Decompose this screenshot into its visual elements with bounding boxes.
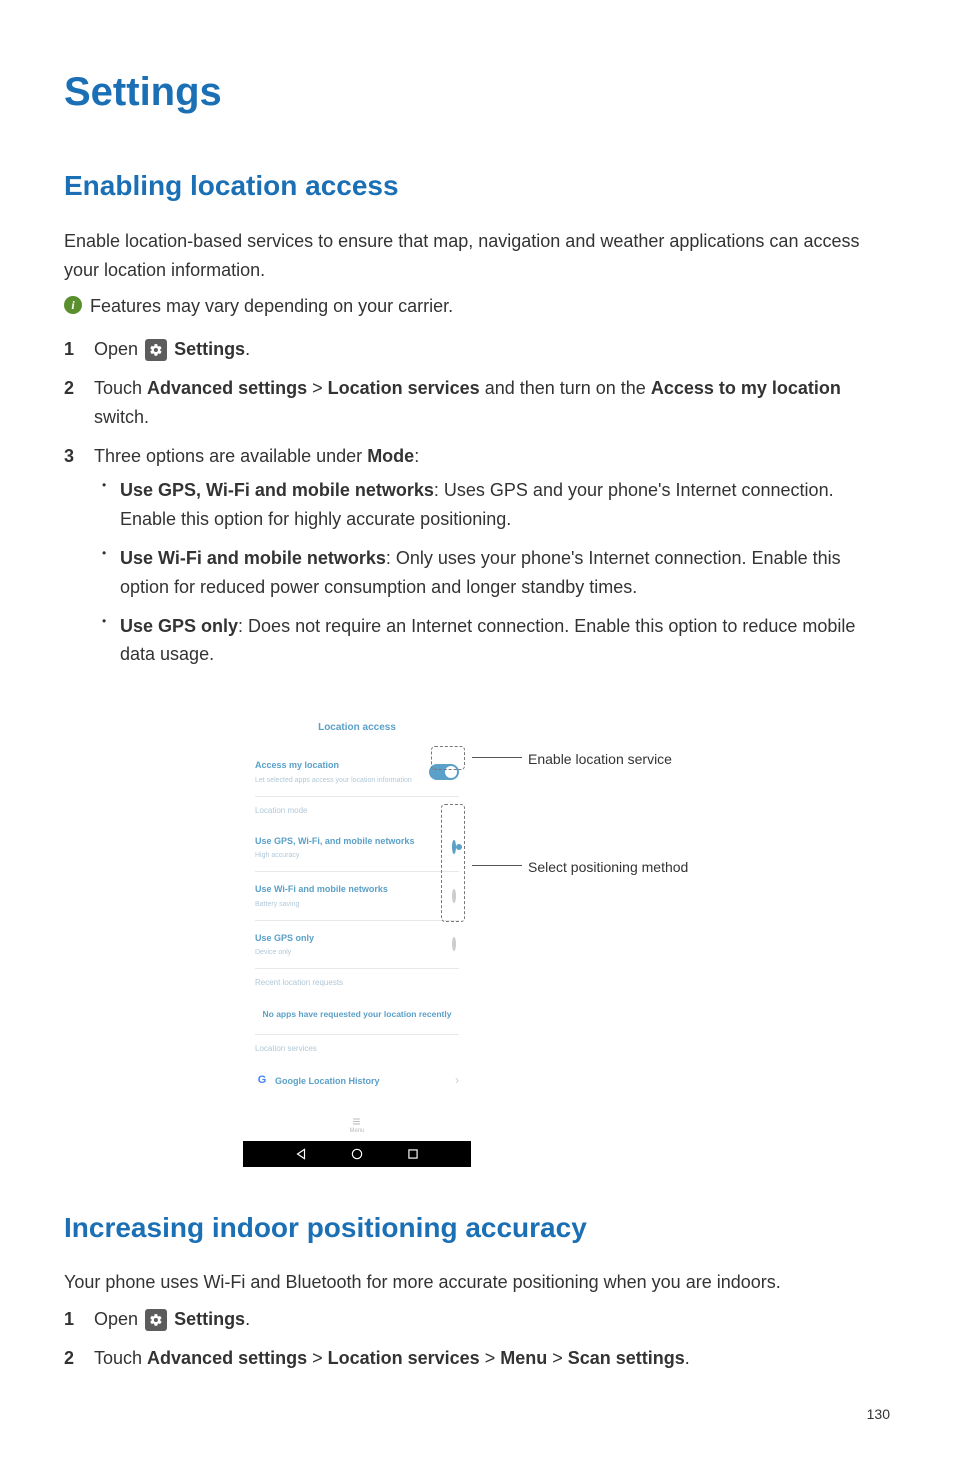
- back-icon[interactable]: [294, 1147, 308, 1161]
- menu-button[interactable]: ≡ Menu: [243, 1101, 471, 1141]
- i1open: Open: [94, 1309, 143, 1329]
- intro-para: Enable location-based services to ensure…: [64, 227, 890, 285]
- dashbox-radios: [441, 804, 465, 922]
- location-mode-label: Location mode: [243, 797, 471, 824]
- ghist-label: Google Location History: [275, 1074, 380, 1088]
- b3a: Use GPS only: [120, 616, 238, 636]
- location-services-label: Location services: [243, 1035, 471, 1062]
- annot-select: Select positioning method: [528, 856, 688, 878]
- opt2-title: Use Wi-Fi and mobile networks: [255, 882, 388, 896]
- i2i: .: [685, 1348, 690, 1368]
- chevron-right-icon: ›: [455, 1071, 459, 1090]
- mode-row-gps-only[interactable]: Use GPS only Device only: [243, 921, 471, 969]
- s2c: >: [307, 378, 328, 398]
- b1a: Use GPS, Wi-Fi and mobile networks: [120, 480, 434, 500]
- step1-settings: Settings: [174, 339, 245, 359]
- section-title-location: Enabling location access: [64, 164, 890, 209]
- mode-row-gps-wifi-mobile[interactable]: Use GPS, Wi-Fi, and mobile networks High…: [243, 824, 471, 872]
- no-recent-text: No apps have requested your location rec…: [243, 996, 471, 1034]
- mode-opt-1: Use GPS, Wi-Fi and mobile networks: Uses…: [116, 476, 890, 534]
- menu-label: Menu: [349, 1127, 364, 1137]
- carrier-note-text: Features may vary depending on your carr…: [90, 292, 453, 321]
- opt3-sub: Device only: [255, 947, 314, 958]
- indoor-intro: Your phone uses Wi-Fi and Bluetooth for …: [64, 1268, 890, 1297]
- section-title-indoor: Increasing indoor positioning accuracy: [64, 1206, 890, 1251]
- mode-opt-3: Use GPS only: Does not require an Intern…: [116, 612, 890, 670]
- s3b: Mode: [367, 446, 414, 466]
- opt3-title: Use GPS only: [255, 931, 314, 945]
- step-1: Open Settings.: [64, 335, 890, 364]
- recent-icon[interactable]: [406, 1147, 420, 1161]
- radio-opt3[interactable]: [452, 937, 456, 951]
- step-2: Touch Advanced settings > Location servi…: [64, 374, 890, 432]
- indoor-step-1: Open Settings.: [64, 1305, 890, 1334]
- access-title: Access my location: [255, 758, 412, 772]
- s2e: and then turn on the: [480, 378, 651, 398]
- s2d: Location services: [328, 378, 480, 398]
- i2b: Advanced settings: [147, 1348, 307, 1368]
- page-number: 130: [64, 1403, 890, 1425]
- i2g: >: [547, 1348, 568, 1368]
- i2h: Scan settings: [568, 1348, 685, 1368]
- i1dot: .: [245, 1309, 250, 1329]
- recent-requests-label: Recent location requests: [243, 969, 471, 996]
- mode-opt-2: Use Wi-Fi and mobile networks: Only uses…: [116, 544, 890, 602]
- mode-row-wifi-mobile[interactable]: Use Wi-Fi and mobile networks Battery sa…: [243, 872, 471, 920]
- opt2-sub: Battery saving: [255, 899, 388, 910]
- i2c: >: [307, 1348, 328, 1368]
- step1-open: Open: [94, 339, 143, 359]
- i2a: Touch: [94, 1348, 147, 1368]
- line-enable: [472, 757, 522, 758]
- i2e: >: [480, 1348, 501, 1368]
- s2b: Advanced settings: [147, 378, 307, 398]
- step-3: Three options are available under Mode: …: [64, 442, 890, 670]
- google-location-history-row[interactable]: G Google Location History ›: [243, 1061, 471, 1100]
- page-title: Settings: [64, 60, 890, 124]
- phone-title: Location access: [243, 706, 471, 748]
- info-icon: i: [64, 296, 82, 314]
- dashbox-switch: [431, 746, 465, 770]
- carrier-note: i Features may vary depending on your ca…: [64, 292, 890, 321]
- s3c: :: [414, 446, 419, 466]
- home-icon[interactable]: [350, 1147, 364, 1161]
- i2d: Location services: [328, 1348, 480, 1368]
- opt1-sub: High accuracy: [255, 850, 414, 861]
- s2a: Touch: [94, 378, 147, 398]
- i2f: Menu: [500, 1348, 547, 1368]
- line-select: [472, 865, 522, 866]
- s2f: Access to my location: [651, 378, 841, 398]
- settings-gear-icon: [145, 1309, 167, 1331]
- opt1-title: Use GPS, Wi-Fi, and mobile networks: [255, 834, 414, 848]
- phone-screen: Location access Access my location Let s…: [242, 705, 472, 1167]
- nav-bar: [243, 1141, 471, 1167]
- access-sub: Let selected apps access your location i…: [255, 775, 412, 786]
- s3a: Three options are available under: [94, 446, 367, 466]
- s2g: switch.: [94, 407, 149, 427]
- indoor-step-2: Touch Advanced settings > Location servi…: [64, 1344, 890, 1373]
- google-icon: G: [255, 1074, 269, 1088]
- step1-dot: .: [245, 339, 250, 359]
- hamburger-icon: ≡: [352, 1117, 361, 1125]
- settings-gear-icon: [145, 339, 167, 361]
- b2a: Use Wi-Fi and mobile networks: [120, 548, 386, 568]
- phone-illustration: Location access Access my location Let s…: [64, 705, 890, 1167]
- i1settings: Settings: [174, 1309, 245, 1329]
- annot-enable: Enable location service: [528, 748, 672, 770]
